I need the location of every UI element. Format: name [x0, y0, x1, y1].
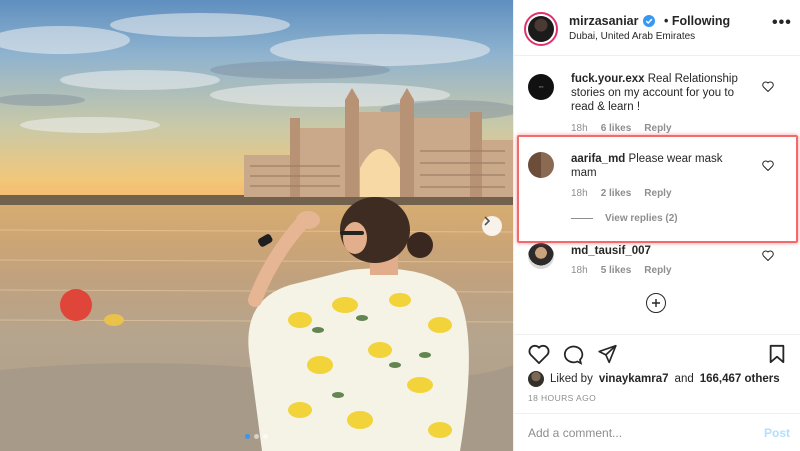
dot-separator: • — [664, 14, 669, 28]
post-location[interactable]: Dubai, United Arab Emirates — [569, 31, 695, 42]
carousel-dot — [263, 434, 268, 439]
follow-status-label: Following — [671, 14, 731, 28]
post-comment-button[interactable]: Post — [764, 426, 790, 440]
like-heart-icon[interactable] — [528, 344, 550, 369]
commenter-username[interactable]: fuck.your.exx — [571, 73, 645, 85]
comment-highlight-box — [517, 135, 798, 243]
post-time-ago[interactable]: 18 HOURS AGO — [528, 393, 596, 403]
comment-time[interactable]: 18h — [571, 123, 588, 134]
liked-by-and: and — [674, 373, 694, 385]
reply-button[interactable]: Reply — [644, 123, 671, 134]
author-username[interactable]: mirzasaniar — [569, 14, 638, 28]
liked-by-count[interactable]: 166,467 others — [700, 373, 780, 385]
carousel-indicator — [245, 434, 268, 439]
carousel-dot-active — [245, 434, 250, 439]
post-actions: Liked by vinaykamra7 and 166,467 others … — [514, 334, 800, 451]
commenter-avatar[interactable] — [528, 243, 554, 269]
heart-outline-icon[interactable] — [762, 248, 774, 266]
post-header: mirzasaniar • Following Dubai, United Ar… — [514, 0, 800, 56]
add-comment-input[interactable]: Add a comment... — [528, 426, 622, 440]
chevron-right-icon — [484, 216, 491, 226]
likes-summary: Liked by vinaykamra7 and 166,467 others — [528, 371, 780, 387]
comment-bubble-icon[interactable] — [562, 344, 584, 370]
carousel-next-button[interactable] — [482, 216, 502, 236]
heart-outline-icon[interactable] — [762, 79, 774, 97]
follow-status-button[interactable]: • Following — [664, 14, 730, 28]
more-options-icon[interactable]: ••• — [772, 14, 792, 32]
liked-by-prefix: Liked by — [550, 373, 593, 385]
commenter-avatar[interactable]: ◦◦ — [528, 74, 554, 100]
plus-icon — [652, 299, 660, 307]
verified-badge-icon — [643, 14, 655, 32]
commenter-username[interactable]: md_tausif_007 — [571, 245, 651, 257]
comment-likes[interactable]: 5 likes — [601, 265, 632, 276]
liker-avatar[interactable] — [528, 371, 544, 387]
comment-body: md_tausif_007 — [571, 244, 751, 258]
share-paper-plane-icon[interactable] — [597, 344, 618, 369]
comment-body: fuck.your.exx Real Relationship stories … — [571, 72, 751, 114]
photo-illustration — [0, 13, 513, 451]
author-avatar[interactable] — [524, 12, 558, 46]
comment-time[interactable]: 18h — [571, 265, 588, 276]
reply-button[interactable]: Reply — [644, 265, 671, 276]
comment-composer: Add a comment... Post — [514, 413, 800, 451]
comment-likes[interactable]: 6 likes — [601, 123, 632, 134]
comment-meta: 18h 5 likes Reply — [571, 265, 672, 276]
load-more-comments-button[interactable] — [646, 293, 666, 313]
comment-meta: 18h 6 likes Reply — [571, 123, 672, 134]
carousel-dot — [254, 434, 259, 439]
liked-by-user[interactable]: vinaykamra7 — [599, 373, 669, 385]
bookmark-icon[interactable] — [768, 344, 786, 369]
post-photo[interactable] — [0, 0, 513, 451]
